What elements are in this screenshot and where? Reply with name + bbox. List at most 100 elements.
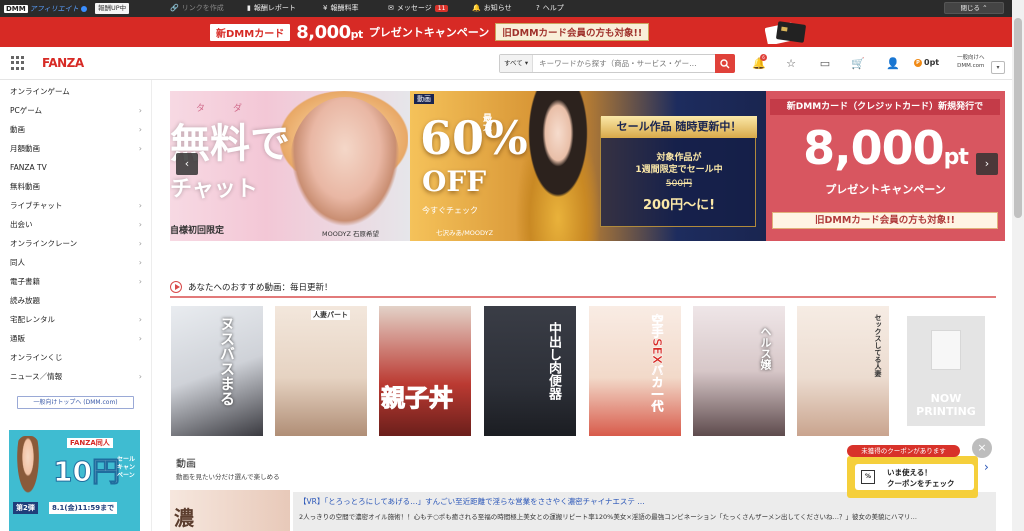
slide3-head: 新DMMカード（クレジットカード）新規発行で [770, 99, 1000, 115]
doujin-sale-banner[interactable]: FANZA同人 10円 セール キャンペーン 第2弾 8.1(金)11:59まで [9, 430, 140, 531]
notice-button[interactable]: 🔔 お知らせ [472, 3, 512, 13]
recommend-item[interactable]: ヌスバスまる [171, 306, 263, 436]
message-count-badge: 11 [434, 4, 449, 12]
recommend-title: あなたへのおすすめ動画：毎日更新！ [188, 283, 333, 293]
promo-amount-unit: pt [350, 27, 364, 41]
hero-slide-sale[interactable]: 動画 60% 最大 OFF 今すぐチェック 七沢みあ/MOODYZ セール作品 … [410, 91, 766, 241]
create-link-button[interactable]: 🔗 リンクを作成 [170, 3, 224, 13]
recommend-item-title: 親子丼 [381, 384, 454, 413]
sidebar-item-pc-game[interactable]: PCゲーム › [10, 101, 142, 120]
sidebar-item-online-crane[interactable]: オンラインクレーン › [10, 234, 142, 253]
search-bar: すべて ▾ [499, 54, 717, 73]
report-label: 報酬レポート [253, 4, 296, 12]
page-scrollbar[interactable] [1012, 0, 1024, 531]
sidebar-item-shop[interactable]: 通販 › [10, 329, 142, 348]
slide2-check: 今すぐチェック [422, 206, 478, 215]
rate-button[interactable]: ¥ 報酬料率 [323, 3, 358, 13]
promo-amount: 8,000pt [296, 22, 363, 43]
report-button[interactable]: ▮ 報酬レポート [247, 3, 296, 13]
coupon-close-button[interactable]: × [972, 438, 992, 458]
search-button[interactable] [715, 54, 735, 73]
coupon-icon: % [861, 470, 875, 484]
recommend-item[interactable]: 空手SEXバカ一代 [589, 306, 681, 436]
general-line1: 一般向けへ [957, 55, 985, 61]
chevron-right-icon: › [138, 220, 142, 229]
video-title-link[interactable]: 【VR】「とろっとろにしてあげる…」すんごい至近距離で淫らな営業をささやく濃密チ… [299, 496, 645, 507]
search-scope-select[interactable]: すべて ▾ [500, 55, 534, 72]
header-dropdown-toggle[interactable]: ▾ [991, 61, 1005, 74]
close-affbar-button[interactable]: 閉じる ⌃ [944, 2, 1004, 14]
help-icon: ? [536, 4, 540, 12]
video-description: 2人っきりの空間で濃密オイル施術！！心もチ○ポも癒される至福の時間極上美女との運… [299, 513, 917, 521]
slide2-credit: 七沢みあ/MOODYZ [436, 229, 494, 237]
coupon-popup[interactable]: % いま使える！ クーポンをチェック 未獲得のクーポンがあります [847, 445, 984, 498]
banner-sub: セール キャンペーン [117, 456, 136, 479]
chevron-up-icon: ⌃ [982, 4, 988, 12]
sidebar-item-monthly-video[interactable]: 月額動画 › [10, 139, 142, 158]
recommend-item[interactable]: ヘルス嬢 [693, 306, 785, 436]
coupon-card: % いま使える！ クーポンをチェック [855, 464, 974, 490]
sidebar-item-label: ライブチャット [10, 201, 63, 210]
banner-round: 第2弾 [13, 502, 38, 514]
video-next-arrow[interactable]: › [984, 460, 989, 474]
recommend-item-title: ヘルス嬢 [759, 326, 772, 370]
sidebar-item-rental[interactable]: 宅配レンタル › [10, 310, 142, 329]
sidebar-item-video[interactable]: 動画 › [10, 120, 142, 139]
sidebar-item-label: 宅配レンタル [10, 315, 55, 324]
help-button[interactable]: ? ヘルプ [536, 3, 564, 13]
chevron-right-icon: › [138, 315, 142, 324]
now-printing-placeholder[interactable]: NOW PRINTING [907, 316, 985, 426]
sale-box-line1a: 対象作品が [656, 153, 702, 163]
user-account-icon[interactable]: 👤 [886, 57, 900, 71]
site-header: FANZA すべて ▾ 🔔 6 ☆ ▭ 🛒 👤 P 0pt 一般向けへ DMM.… [0, 47, 1012, 80]
sidebar-item-deai[interactable]: 出会い › [10, 215, 142, 234]
chevron-left-icon: ‹ [184, 157, 190, 170]
sale-box-title: セール作品 随時更新中！ [601, 116, 757, 138]
message-button[interactable]: ✉ メッセージ 11 [388, 3, 449, 13]
sidebar-item-news[interactable]: ニュース／情報 › [10, 367, 142, 386]
sidebar-item-free-video[interactable]: 無料動画 [10, 177, 142, 196]
points-display[interactable]: P 0pt [914, 58, 939, 67]
chevron-down-icon: ▾ [996, 64, 1000, 71]
reward-up-badge[interactable]: 報酬UP中 [95, 3, 130, 14]
recommend-item[interactable]: セックスしてる人妻 [797, 306, 889, 436]
carousel-prev-button[interactable]: ‹ [176, 153, 198, 175]
slide1-mid-text: チャット [170, 177, 258, 202]
scrollbar-thumb[interactable] [1014, 18, 1022, 218]
promo-old-members: 旧DMMカード会員の方も対象!! [495, 23, 650, 41]
now-printing-text: NOW PRINTING [916, 392, 976, 418]
purchase-history-icon[interactable]: ▭ [818, 57, 832, 71]
recommend-item[interactable]: 親子丼 [379, 306, 471, 436]
general-top-button[interactable]: 一般向けトップへ (DMM.com) [17, 396, 134, 409]
carousel-next-button[interactable]: › [976, 153, 998, 175]
sidebar-item-unlimited-reading[interactable]: 読み放題 [10, 291, 142, 310]
video-thumbnail[interactable]: 濃 [170, 490, 290, 531]
fanza-logo[interactable]: FANZA [42, 56, 84, 70]
recommend-item[interactable]: 人妻パート [275, 306, 367, 436]
chevron-right-icon: › [138, 125, 142, 134]
affiliate-logo[interactable]: DMM アフィリエイト [4, 3, 87, 14]
sidebar-item-online-game[interactable]: オンラインゲーム [10, 82, 142, 101]
recommend-item-title: セックスしてる人妻 [874, 314, 882, 377]
recommend-item-title: ヌスバスまる [218, 316, 236, 406]
sidebar-item-fanza-tv[interactable]: FANZA TV [10, 158, 142, 177]
chevron-right-icon: › [138, 334, 142, 343]
chevron-right-icon: › [138, 106, 142, 115]
promo-card-label: 新DMMカード [210, 23, 291, 41]
search-input[interactable] [533, 59, 714, 68]
promo-banner[interactable]: 新DMMカード 8,000pt プレゼントキャンペーン 旧DMMカード会員の方も… [0, 17, 1024, 47]
cart-icon[interactable]: 🛒 [851, 57, 865, 71]
favorite-star-icon[interactable]: ☆ [784, 57, 798, 71]
sidebar-item-online-kuji[interactable]: オンラインくじ [10, 348, 142, 367]
sidebar-item-ebook[interactable]: 電子書籍 › [10, 272, 142, 291]
hero-slide-free-chat[interactable]: タダ 無料で チャット 自様初回限定 MOODYZ 石原希望 [170, 91, 410, 241]
sidebar-item-live-chat[interactable]: ライブチャット › [10, 196, 142, 215]
sale-box-old-price: 500円 [665, 179, 693, 189]
apps-grid-icon[interactable] [11, 56, 25, 70]
notice-label: お知らせ [483, 4, 512, 12]
hero-slide-dmm-card[interactable]: 新DMMカード（クレジットカード）新規発行で 8,000pt プレゼントキャンペ… [766, 91, 1005, 241]
recommend-item[interactable]: 中出し肉便器 [484, 306, 576, 436]
sidebar-item-doujin[interactable]: 同人 › [10, 253, 142, 272]
chevron-down-icon: ▾ [522, 59, 529, 67]
general-site-link[interactable]: 一般向けへ DMM.com [957, 54, 985, 70]
